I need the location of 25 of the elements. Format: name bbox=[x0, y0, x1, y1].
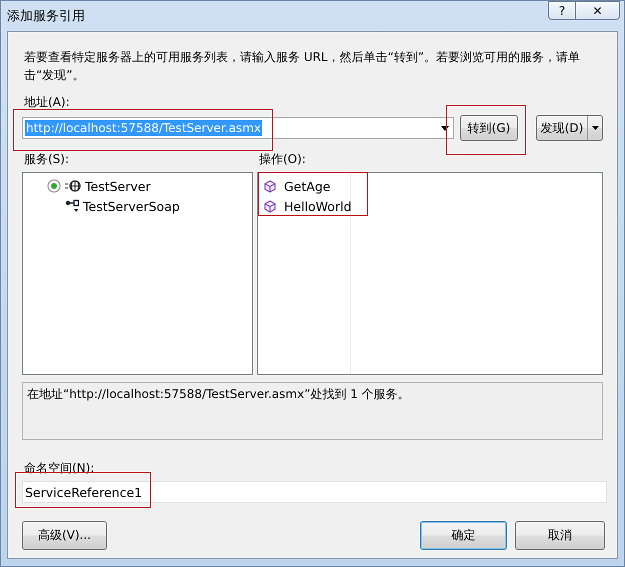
endpoint-icon bbox=[65, 199, 79, 213]
tree-item[interactable]: TestServerSoap bbox=[83, 198, 180, 214]
close-button[interactable]: ✕ bbox=[576, 1, 620, 20]
dropdown-arrow-icon bbox=[592, 126, 598, 130]
dialog-button[interactable]: 确定 bbox=[420, 521, 507, 550]
help-button[interactable]: ? bbox=[548, 1, 576, 20]
dialog-button[interactable]: 高级(V)... bbox=[22, 521, 107, 550]
address-label: 地址(A): bbox=[24, 94, 71, 111]
status-text: 在地址“http://localhost:57588/TestServer.asmx”处找到 1 个服务。 bbox=[27, 387, 410, 401]
method-icon bbox=[264, 200, 276, 212]
go-button[interactable]: 转到(G) bbox=[460, 115, 518, 141]
dialog-button[interactable]: 取消 bbox=[515, 521, 605, 550]
instruction-text: 若要查看特定服务器上的可用服务列表，请输入服务 URL，然后单击“转到”。若要浏览可用的服务，请单击“发现”。 bbox=[24, 49, 582, 84]
operation-item[interactable]: GetAge bbox=[284, 178, 330, 194]
discover-split-button[interactable]: 发现(D) bbox=[536, 115, 603, 141]
tree-item[interactable]: TestServer bbox=[85, 178, 151, 194]
namespace-field[interactable]: ServiceReference1 bbox=[22, 481, 607, 503]
method-icon bbox=[264, 180, 276, 192]
window-title: 添加服务引用 bbox=[7, 8, 85, 25]
services-label: 服务(S): bbox=[24, 151, 70, 168]
operations-label: 操作(O): bbox=[259, 151, 307, 168]
operation-item[interactable]: HelloWorld bbox=[284, 198, 352, 214]
globe-icon bbox=[65, 180, 81, 192]
address-value: http://localhost:57588/TestServer.asmx bbox=[25, 120, 262, 136]
dropdown-arrow-icon bbox=[441, 126, 449, 130]
